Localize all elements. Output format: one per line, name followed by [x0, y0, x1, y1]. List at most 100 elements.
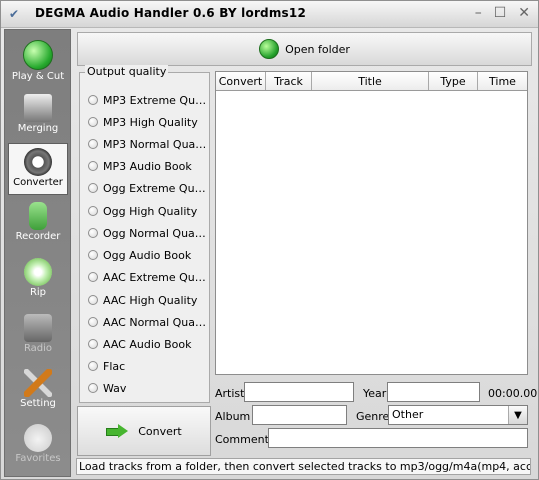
- output-quality-group: Output quality MP3 Extreme Quality MP3 H…: [79, 65, 210, 403]
- maximize-icon[interactable]: ☐: [494, 5, 507, 21]
- sidebar-item-recorder[interactable]: Recorder: [8, 198, 68, 250]
- sidebar-item-label: Radio: [23, 343, 53, 354]
- convert-button-label: Convert: [138, 424, 182, 438]
- quality-option-label: Ogg Extreme Quality: [103, 181, 207, 195]
- quality-option[interactable]: AAC High Quality: [88, 291, 207, 309]
- gear-icon: [24, 148, 52, 176]
- output-quality-title: Output quality: [85, 65, 169, 78]
- album-field[interactable]: [252, 405, 347, 425]
- film-strip-icon: [24, 94, 52, 122]
- quality-option-label: Ogg Audio Book: [103, 248, 192, 262]
- radio-button[interactable]: [88, 383, 98, 393]
- quality-option[interactable]: AAC Audio Book: [88, 335, 207, 353]
- table-header: Convert Track Title Type Time: [216, 72, 527, 91]
- title-bar: ✔ DEGMA Audio Handler 0.6 BY lordms12 – …: [1, 1, 538, 28]
- open-folder-label: Open folder: [285, 42, 350, 56]
- app-window: ✔ DEGMA Audio Handler 0.6 BY lordms12 – …: [0, 0, 539, 480]
- quality-option-label: MP3 Normal Quality: [103, 137, 207, 151]
- sidebar-item-label: Setting: [20, 398, 56, 409]
- quality-option[interactable]: Wav: [88, 379, 207, 397]
- sidebar: Play & Cut Merging Converter Recorder Ri…: [4, 29, 71, 477]
- sidebar-item-label: Rip: [29, 287, 47, 298]
- radio-button[interactable]: [88, 339, 98, 349]
- quality-option-label: AAC Extreme Quality: [103, 270, 207, 284]
- minimize-icon[interactable]: –: [475, 5, 482, 21]
- radio-icon: [24, 314, 52, 342]
- open-folder-bar: Open folder: [77, 32, 532, 66]
- chevron-down-icon[interactable]: ▼: [508, 406, 527, 424]
- column-header-title[interactable]: Title: [312, 72, 429, 90]
- quality-option-label: MP3 High Quality: [103, 115, 198, 129]
- sidebar-item-label: Merging: [17, 123, 59, 134]
- sidebar-item-label: Play & Cut: [11, 71, 65, 82]
- sidebar-item-play-cut[interactable]: Play & Cut: [8, 36, 68, 88]
- heart-icon: [24, 424, 52, 452]
- radio-button[interactable]: [88, 361, 98, 371]
- arrow-right-icon: [106, 424, 129, 438]
- radio-button[interactable]: [88, 317, 98, 327]
- open-folder-icon: [259, 39, 280, 59]
- radio-button[interactable]: [88, 228, 98, 238]
- convert-button[interactable]: Convert: [77, 406, 211, 456]
- sidebar-item-setting[interactable]: Setting: [8, 365, 68, 417]
- quality-option-label: MP3 Audio Book: [103, 159, 192, 173]
- radio-button[interactable]: [88, 250, 98, 260]
- sidebar-item-radio[interactable]: Radio: [8, 310, 68, 362]
- close-icon[interactable]: ✕: [518, 5, 530, 21]
- year-field[interactable]: [387, 382, 480, 402]
- radio-button[interactable]: [88, 183, 98, 193]
- column-header-type[interactable]: Type: [429, 72, 478, 90]
- quality-option[interactable]: Flac: [88, 357, 207, 375]
- window-title: DEGMA Audio Handler 0.6 BY lordms12: [35, 6, 306, 20]
- quality-option[interactable]: AAC Normal Quality: [88, 313, 207, 331]
- quality-option-label: Ogg Normal Quality: [103, 226, 207, 240]
- status-bar: Load tracks from a folder, then convert …: [76, 458, 531, 475]
- year-label: Year: [363, 387, 387, 400]
- quality-option-label: Wav: [103, 381, 127, 395]
- artist-label: Artist: [215, 387, 245, 400]
- disc-icon: [24, 258, 52, 286]
- radio-button[interactable]: [88, 139, 98, 149]
- microphone-icon: [29, 202, 47, 230]
- radio-button[interactable]: [88, 206, 98, 216]
- quality-option[interactable]: Ogg High Quality: [88, 202, 207, 220]
- quality-option[interactable]: MP3 Extreme Quality: [88, 91, 207, 109]
- album-label: Album: [215, 410, 251, 423]
- sidebar-item-label: Converter: [13, 177, 63, 188]
- quality-option-label: Ogg High Quality: [103, 204, 198, 218]
- quality-option[interactable]: AAC Extreme Quality: [88, 268, 207, 286]
- sidebar-item-rip[interactable]: Rip: [8, 254, 68, 306]
- sidebar-item-label: Recorder: [15, 231, 61, 242]
- comment-label: Comment: [215, 433, 269, 446]
- quality-option-label: AAC Normal Quality: [103, 315, 207, 329]
- sidebar-item-merging[interactable]: Merging: [8, 90, 68, 142]
- play-icon: [23, 40, 53, 70]
- radio-button[interactable]: [88, 272, 98, 282]
- column-header-convert[interactable]: Convert: [216, 72, 266, 90]
- sidebar-item-favorites[interactable]: Favorites: [8, 420, 68, 472]
- track-table[interactable]: Convert Track Title Type Time: [215, 71, 528, 375]
- quality-option[interactable]: Ogg Normal Quality: [88, 224, 207, 242]
- column-header-track[interactable]: Track: [266, 72, 312, 90]
- quality-option[interactable]: Ogg Extreme Quality: [88, 179, 207, 197]
- window-controls: – ☐ ✕: [475, 5, 530, 21]
- genre-value: Other: [392, 408, 424, 421]
- radio-button[interactable]: [88, 161, 98, 171]
- artist-field[interactable]: [244, 382, 354, 402]
- radio-button[interactable]: [88, 95, 98, 105]
- quality-option-label: Flac: [103, 359, 126, 373]
- column-header-time[interactable]: Time: [478, 72, 527, 90]
- genre-select[interactable]: Other ▼: [388, 405, 528, 425]
- quality-option[interactable]: MP3 Normal Quality: [88, 135, 207, 153]
- sidebar-item-converter[interactable]: Converter: [8, 143, 68, 195]
- comment-field[interactable]: [268, 428, 528, 448]
- open-folder-button[interactable]: Open folder: [78, 33, 531, 65]
- quality-option[interactable]: Ogg Audio Book: [88, 246, 207, 264]
- quality-option[interactable]: MP3 Audio Book: [88, 157, 207, 175]
- radio-button[interactable]: [88, 117, 98, 127]
- quality-option-label: AAC High Quality: [103, 293, 198, 307]
- quality-option[interactable]: MP3 High Quality: [88, 113, 207, 131]
- quality-option-label: MP3 Extreme Quality: [103, 93, 207, 107]
- genre-label: Genre: [356, 410, 390, 423]
- radio-button[interactable]: [88, 295, 98, 305]
